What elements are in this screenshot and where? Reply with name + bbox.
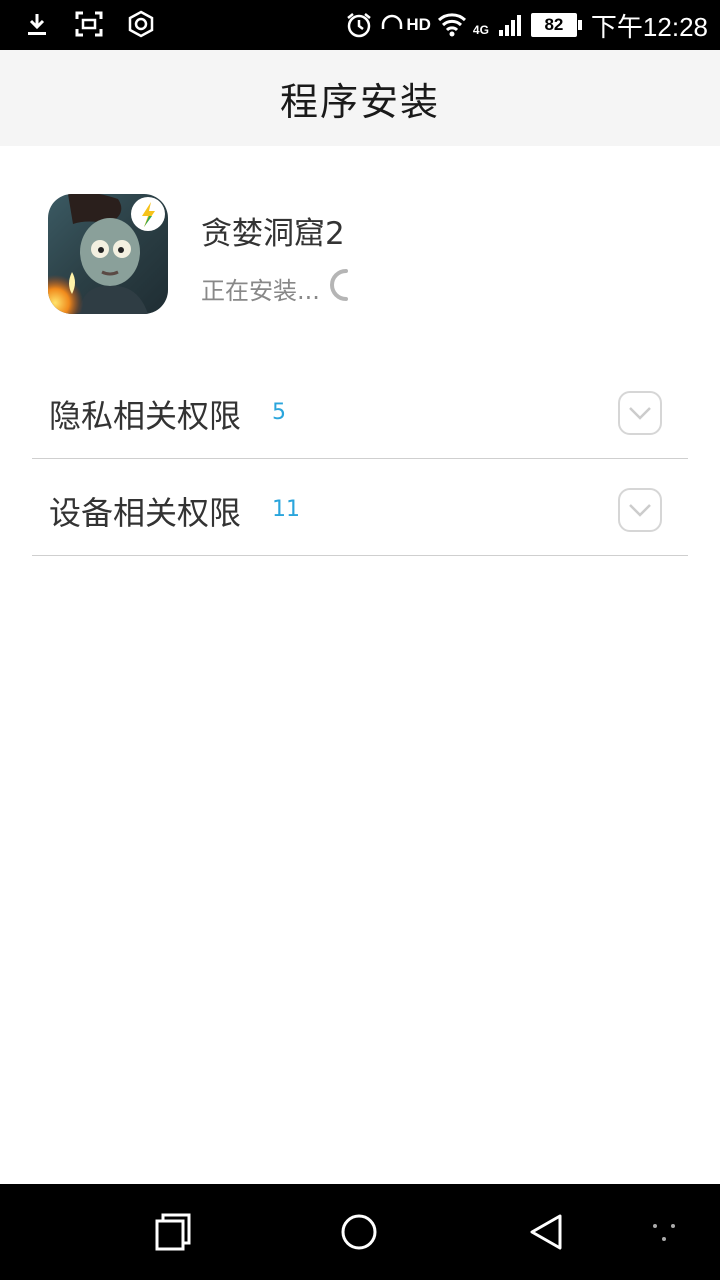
status-bar: HD 4G 82 下午12:28 <box>0 0 720 50</box>
permission-row-privacy[interactable]: 隐私相关权限 5 <box>32 362 688 459</box>
permission-label: 设备相关权限 <box>49 494 242 532</box>
navigation-bar <box>0 1184 720 1280</box>
clock: 下午12:28 <box>590 11 708 42</box>
battery-icon: 82 <box>530 13 582 37</box>
headset-icon <box>380 10 404 40</box>
alarm-icon <box>344 10 374 40</box>
status-bar-left <box>22 9 156 39</box>
status-bar-right: HD 4G 82 下午12:28 <box>344 8 708 42</box>
signal-icon <box>495 10 525 40</box>
chevron-down-icon <box>629 504 651 517</box>
title-bar: 程序安装 <box>0 50 720 146</box>
screenshot-icon <box>74 9 104 39</box>
back-icon[interactable] <box>526 1212 566 1252</box>
menu-dots-icon[interactable] <box>644 1212 684 1252</box>
expand-toggle-button[interactable] <box>618 488 662 532</box>
page-title: 程序安装 <box>279 79 440 124</box>
wifi-icon <box>437 10 467 40</box>
expand-toggle-button[interactable] <box>618 391 662 435</box>
permission-count: 11 <box>272 497 300 522</box>
chevron-down-icon <box>629 407 651 420</box>
download-icon <box>22 9 52 39</box>
install-status: 正在安装... <box>201 268 352 308</box>
permission-row-device[interactable]: 设备相关权限 11 <box>32 459 688 556</box>
hexagon-settings-icon <box>126 9 156 39</box>
network-type-label: 4G <box>472 23 489 37</box>
recent-apps-icon[interactable] <box>153 1212 193 1252</box>
loading-spinner-icon <box>329 268 352 308</box>
home-icon[interactable] <box>339 1212 379 1252</box>
install-status-text: 正在安装... <box>201 276 320 305</box>
hd-label: HD <box>406 15 431 34</box>
battery-level: 82 <box>544 15 564 34</box>
app-icon <box>48 194 168 314</box>
app-name: 贪婪洞窟2 <box>201 216 345 252</box>
permission-label: 隐私相关权限 <box>49 397 242 435</box>
permission-count: 5 <box>272 400 286 425</box>
